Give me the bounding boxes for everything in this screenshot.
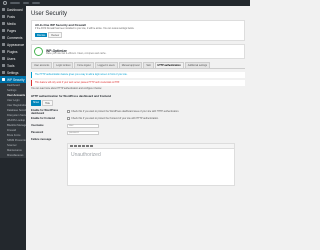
intro-card-text: If the AIOS Firewall has been installed … xyxy=(35,28,135,30)
intro-card: All-In-One WP Security and Firewall If t… xyxy=(31,20,245,41)
admin-bar-comments[interactable] xyxy=(23,2,29,4)
dashboard-auth-row: Enable for WordPress dashboard Check thi… xyxy=(31,108,245,115)
sidebar-item-label: Tools xyxy=(7,63,15,68)
failure-message-editor[interactable]: Unauthorized xyxy=(67,143,235,186)
promo-desc: Make your site fast & efficient. Clean, … xyxy=(46,52,107,55)
tab-login-lockout[interactable]: Login lockout xyxy=(53,62,74,68)
sidebar-item-label: Pages xyxy=(7,28,17,33)
sidebar-item-dashboard[interactable]: Dashboard xyxy=(0,6,26,13)
section-toggle: Show Hide xyxy=(31,99,245,106)
comment-icon xyxy=(2,36,5,39)
sidebar-item-pages[interactable]: Pages xyxy=(0,27,26,34)
sidebar-item-label: Comments xyxy=(7,35,23,40)
settings-icon xyxy=(2,71,5,74)
sidebar-item-label: Settings xyxy=(7,70,19,75)
wordpress-logo-icon[interactable] xyxy=(3,1,7,5)
sidebar-item-tools[interactable]: Tools xyxy=(0,62,26,69)
admin-sidebar: Dashboard Posts Media Pages Comments Appearan… xyxy=(0,6,26,250)
review-button[interactable]: Review xyxy=(48,32,63,38)
sidebar-item-appearance[interactable]: Appearance xyxy=(0,41,26,48)
password-label: Password xyxy=(31,131,44,134)
sidebar-item-label: Posts xyxy=(7,14,15,19)
frontend-auth-label: Enable for frontend xyxy=(31,117,55,120)
sidebar-item-posts[interactable]: Posts xyxy=(0,13,26,20)
info-notice: The HTTP authentication feature gives yo… xyxy=(31,72,245,78)
tab-http-authentication[interactable]: HTTP authentication xyxy=(154,62,184,68)
warning-notice: This feature will only work if your web … xyxy=(31,80,245,86)
intro-card-heading: All-In-One WP Security and Firewall xyxy=(35,23,86,27)
page-title: User Security xyxy=(31,11,68,17)
sidebar-item-label: WP Security xyxy=(7,77,25,82)
sidebar-item-media[interactable]: Media xyxy=(0,20,26,27)
tab-logged-in-users[interactable]: Logged in users xyxy=(94,62,118,68)
sidebar-item-label: Media xyxy=(7,21,16,26)
wrench-icon xyxy=(2,64,5,67)
brush-icon xyxy=(2,43,5,46)
dashboard-auth-help: Check this if you want to protect the Wo… xyxy=(71,110,180,113)
admin-bar-site-link[interactable] xyxy=(10,2,20,4)
list-icon[interactable] xyxy=(78,144,81,148)
failure-message-text: Unauthorized xyxy=(71,152,101,158)
page-icon xyxy=(2,29,5,32)
settings-tabs: User accounts Login lockout Force logout Lo… xyxy=(31,62,245,69)
username-label: Username xyxy=(31,124,44,127)
users-icon xyxy=(2,57,5,60)
shield-icon xyxy=(2,78,5,81)
checkbox-icon[interactable] xyxy=(67,117,70,120)
failure-message-label: Failure message xyxy=(31,138,52,141)
tab-user-accounts[interactable]: User accounts xyxy=(31,62,53,68)
promo-banner: WP-Optimize Make your site fast & effici… xyxy=(31,44,245,59)
sidebar-item-label: Dashboard xyxy=(7,7,23,12)
tab-additional-settings[interactable]: Additional settings xyxy=(184,62,211,68)
checkbox-icon[interactable] xyxy=(67,110,70,113)
sidebar-item-plugins[interactable]: Plugins xyxy=(0,48,26,55)
link-icon[interactable] xyxy=(86,144,89,148)
wp-optimize-logo-icon xyxy=(34,47,43,56)
tab-salt[interactable]: Salt xyxy=(143,62,154,68)
info-text: You can read more about HTTP authenticat… xyxy=(31,88,102,90)
sidebar-item-label: Users xyxy=(7,56,16,61)
sidebar-item-wp-security[interactable]: WP Security xyxy=(0,76,26,83)
italic-icon[interactable] xyxy=(74,144,77,148)
show-toggle-button[interactable]: Show xyxy=(31,100,41,106)
sidebar-item-settings[interactable]: Settings xyxy=(0,69,26,76)
hide-toggle-button[interactable]: Hide xyxy=(41,100,53,106)
sidebar-item-users[interactable]: Users xyxy=(0,55,26,62)
main-content: User Security All-In-One WP Security and… xyxy=(26,6,250,250)
align-icon[interactable] xyxy=(90,144,93,148)
sidebar-item-comments[interactable]: Comments xyxy=(0,34,26,41)
dismiss-button[interactable]: Dismiss xyxy=(35,33,48,37)
dashboard-auth-checkbox[interactable]: Check this if you want to protect the Wo… xyxy=(67,110,179,113)
quote-icon[interactable] xyxy=(82,144,85,148)
submenu-item-miscellaneous[interactable]: Miscellaneous xyxy=(0,153,26,158)
frontend-auth-checkbox[interactable]: Check this if you want to protect the fr… xyxy=(67,117,159,120)
username-input[interactable]: user xyxy=(67,123,99,128)
frontend-auth-row: Enable for frontend Check this if you wa… xyxy=(31,115,245,122)
plugin-icon xyxy=(2,50,5,53)
frontend-auth-help: Check this if you want to protect the fr… xyxy=(71,117,159,120)
admin-bar-new[interactable] xyxy=(32,2,40,4)
dashboard-icon xyxy=(2,8,5,11)
failure-message-row: Failure message xyxy=(31,136,245,143)
pin-icon xyxy=(2,15,5,18)
section-title: HTTP authentication for WordPress dashbo… xyxy=(31,94,112,98)
media-icon xyxy=(2,22,5,25)
editor-body[interactable]: Unauthorized xyxy=(68,149,234,185)
tab-force-logout[interactable]: Force logout xyxy=(74,62,94,68)
sidebar-item-label: Appearance xyxy=(7,42,25,47)
password-row: Password password xyxy=(31,129,245,136)
dashboard-auth-label: Enable for WordPress dashboard xyxy=(31,108,59,115)
password-input[interactable]: password xyxy=(67,130,99,135)
tab-manual-approval[interactable]: Manual approval xyxy=(118,62,143,68)
username-row: Username user xyxy=(31,122,245,129)
bold-icon[interactable] xyxy=(70,144,73,148)
sidebar-item-label: Plugins xyxy=(7,49,18,54)
